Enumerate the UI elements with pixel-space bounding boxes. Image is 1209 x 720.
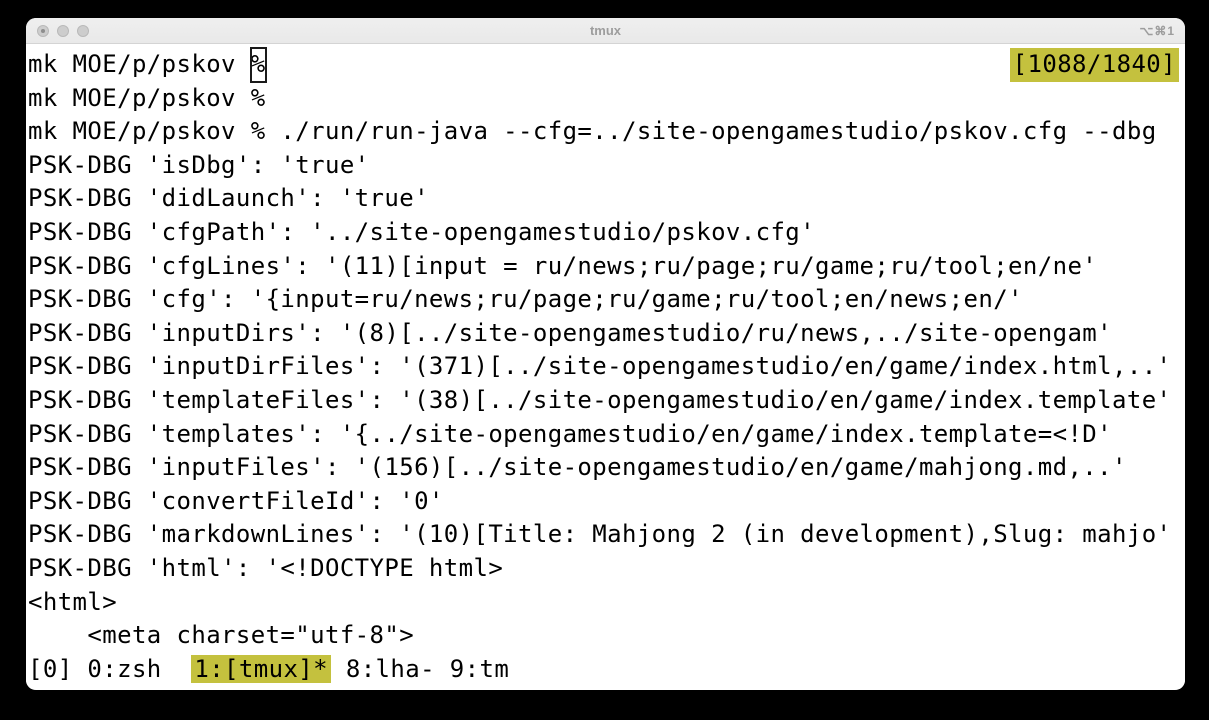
terminal-line: <html>: [28, 586, 1185, 620]
prompt-text: mk MOE/p/pskov: [28, 50, 251, 78]
status-session-and-windows-left: [0] 0:zsh: [28, 655, 191, 683]
terminal-line: PSK-DBG 'convertFileId': '0': [28, 485, 1185, 519]
window-titlebar[interactable]: tmux ⌥⌘1: [26, 18, 1185, 44]
terminal-line: PSK-DBG 'cfg': '{input=ru/news;ru/page;r…: [28, 283, 1185, 317]
terminal-line: PSK-DBG 'templateFiles': '(38)[../site-o…: [28, 384, 1185, 418]
terminal-window: tmux ⌥⌘1 [1088/1840] mk MOE/p/pskov % mk…: [26, 18, 1185, 690]
terminal-line: PSK-DBG 'didLaunch': 'true': [28, 182, 1185, 216]
window-title: tmux: [26, 23, 1185, 38]
terminal-line: mk MOE/p/pskov %: [28, 82, 1185, 116]
terminal-line: PSK-DBG 'cfgPath': '../site-opengamestud…: [28, 216, 1185, 250]
copy-mode-position-indicator: [1088/1840]: [1010, 48, 1179, 82]
close-dot-icon: [41, 29, 45, 33]
zoom-button[interactable]: [77, 25, 89, 37]
close-button[interactable]: [37, 25, 49, 37]
terminal-screen[interactable]: [1088/1840] mk MOE/p/pskov % mk MOE/p/ps…: [26, 44, 1185, 689]
terminal-line: PSK-DBG 'markdownLines': '(10)[Title: Ma…: [28, 518, 1185, 552]
traffic-lights: [37, 18, 89, 43]
status-current-window[interactable]: 1:[tmux]*: [191, 655, 331, 683]
terminal-line: PSK-DBG 'templates': '{../site-opengames…: [28, 418, 1185, 452]
terminal-line: PSK-DBG 'inputDirs': '(8)[../site-openga…: [28, 317, 1185, 351]
status-windows-right: 8:lha- 9:tm: [331, 655, 509, 683]
terminal-line: PSK-DBG 'inputFiles': '(156)[../site-ope…: [28, 451, 1185, 485]
terminal-line: <meta charset="utf-8">: [28, 619, 1185, 653]
tmux-status-bar: [0] 0:zsh 1:[tmux]* 8:lha- 9:tm: [28, 653, 1185, 687]
window-shortcut-hint: ⌥⌘1: [1139, 18, 1175, 43]
terminal-output: mk MOE/p/pskov %mk MOE/p/pskov % ./run/r…: [28, 82, 1185, 653]
terminal-line: PSK-DBG 'cfgLines': '(11)[input = ru/new…: [28, 250, 1185, 284]
terminal-line: PSK-DBG 'inputDirFiles': '(371)[../site-…: [28, 350, 1185, 384]
terminal-line: mk MOE/p/pskov % ./run/run-java --cfg=..…: [28, 115, 1185, 149]
terminal-line: PSK-DBG 'html': '<!DOCTYPE html>: [28, 552, 1185, 586]
terminal-cursor: %: [251, 48, 266, 82]
terminal-line: PSK-DBG 'isDbg': 'true': [28, 149, 1185, 183]
minimize-button[interactable]: [57, 25, 69, 37]
